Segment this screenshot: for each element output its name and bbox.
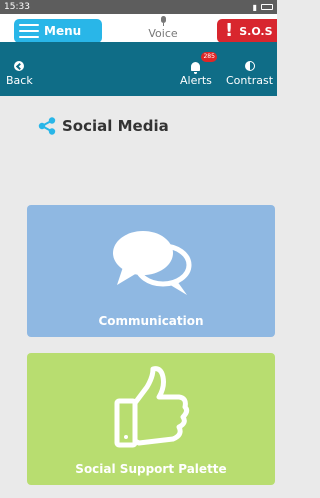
page-title-text: Social Media <box>62 117 169 135</box>
alerts-button[interactable]: 285 Alerts <box>180 52 217 87</box>
status-time: 15:33 <box>4 2 30 12</box>
social-support-label: Social Support Palette <box>75 462 227 476</box>
menu-button[interactable]: Menu <box>14 19 102 43</box>
speech-bubbles-icon <box>113 231 192 295</box>
voice-label: Voice <box>148 27 178 40</box>
microphone-icon <box>160 16 167 26</box>
communication-tile[interactable]: Communication <box>27 205 275 337</box>
exclamation-icon: ! <box>225 20 234 41</box>
thumbs-up-icon <box>114 366 190 448</box>
battery-icon <box>261 4 273 10</box>
communication-label: Communication <box>98 314 204 328</box>
back-icon <box>14 61 25 71</box>
sos-label: S.O.S <box>239 24 273 38</box>
alerts-badge: 285 <box>201 52 217 62</box>
sos-button[interactable]: ! S.O.S <box>217 19 277 43</box>
menu-label: Menu <box>44 24 82 38</box>
contrast-button[interactable]: Contrast <box>226 60 273 87</box>
social-support-tile[interactable]: Social Support Palette <box>27 353 275 485</box>
voice-button[interactable]: Voice <box>136 16 190 40</box>
top-bar: Menu Voice ! S.O.S <box>0 14 277 43</box>
share-icon <box>38 117 56 135</box>
hamburger-icon <box>19 24 39 38</box>
page-title: Social Media <box>38 117 169 135</box>
contrast-label: Contrast <box>226 74 274 87</box>
status-bar: 15:33 ▮ <box>0 0 277 14</box>
bell-icon <box>191 61 201 74</box>
nav-bar: Back 285 Alerts Contrast <box>0 42 277 96</box>
signal-icon: ▮ <box>252 2 257 12</box>
contrast-icon <box>244 61 255 71</box>
back-button[interactable]: Back <box>6 60 33 87</box>
status-icons: ▮ <box>253 3 273 12</box>
alerts-label: Alerts <box>180 74 212 87</box>
back-label: Back <box>6 74 33 87</box>
